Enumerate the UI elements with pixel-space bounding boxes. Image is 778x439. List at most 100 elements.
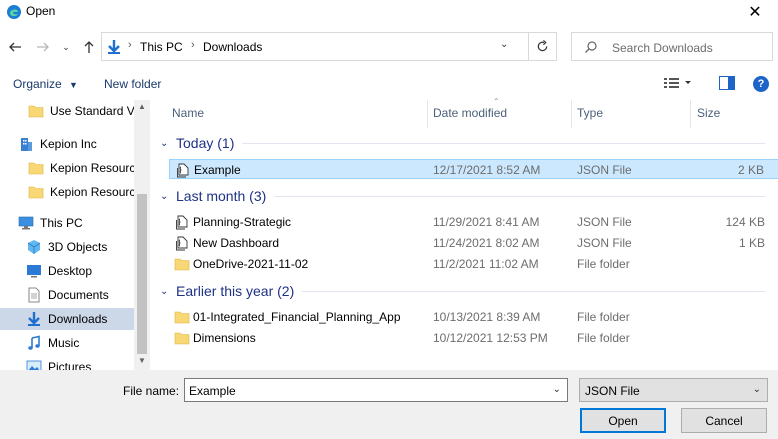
command-bar: Organize ▼ New folder ?	[0, 70, 778, 98]
forward-button[interactable]	[34, 38, 52, 56]
open-button[interactable]: Open	[580, 408, 666, 433]
file-name: Dimensions	[193, 331, 256, 345]
sidebar-item-label: Desktop	[48, 264, 93, 278]
cube-icon	[27, 240, 41, 254]
view-options-button[interactable]	[663, 76, 693, 93]
sidebar-item-3d-objects[interactable]: 3D Objects	[0, 236, 134, 258]
json-file-icon	[176, 236, 188, 251]
search-box[interactable]: Search Downloads	[571, 32, 773, 61]
download-icon	[28, 312, 40, 326]
back-button[interactable]	[6, 38, 24, 56]
folder-icon	[174, 258, 190, 271]
scroll-down-icon[interactable]: ▼	[138, 356, 146, 365]
file-row-new-dashboard[interactable]: New Dashboard 11/24/2021 8:02 AM JSON Fi…	[169, 233, 778, 253]
address-bar[interactable]: › This PC › Downloads ⌄	[101, 32, 529, 61]
file-size: 2 KB	[737, 163, 764, 177]
chevron-down-icon: ⌄	[160, 137, 169, 149]
breadcrumb-separator-icon: ›	[128, 39, 132, 51]
refresh-button[interactable]	[529, 32, 557, 61]
navigation-pane: Use Standard Variables Kepion Inc Kepion…	[0, 100, 150, 370]
up-button[interactable]	[80, 38, 98, 56]
group-label: Earlier this year (2)	[176, 283, 295, 299]
chevron-down-icon: ⌄	[160, 190, 169, 202]
file-date: 10/13/2021 8:39 AM	[433, 310, 541, 324]
column-divider[interactable]	[571, 100, 572, 128]
organize-button[interactable]: Organize ▼	[13, 77, 78, 91]
column-header-date-modified[interactable]: Date modified	[433, 106, 507, 120]
arrow-up-icon	[84, 41, 94, 53]
file-date: 12/17/2021 8:52 AM	[433, 163, 541, 177]
sidebar-item-downloads[interactable]: Downloads	[0, 308, 134, 330]
column-divider[interactable]	[427, 100, 428, 128]
address-dropdown-icon[interactable]: ⌄	[500, 39, 508, 50]
chevron-down-icon: ⌄	[752, 384, 761, 395]
sidebar-item-pictures[interactable]: Pictures	[0, 356, 134, 370]
group-header-today[interactable]: ⌄ Today (1)	[160, 135, 765, 151]
file-type-select[interactable]: JSON File ⌄	[579, 378, 768, 402]
help-button[interactable]: ?	[753, 76, 769, 92]
file-name: Planning-Strategic	[193, 215, 292, 229]
close-button[interactable]: ✕	[732, 0, 778, 24]
file-name-label: File name:	[123, 384, 180, 398]
caret-down-icon: ▼	[69, 80, 78, 90]
sidebar-scrollbar[interactable]: ▲ ▼	[134, 100, 150, 370]
group-label: Last month (3)	[176, 188, 267, 204]
scrollbar-thumb[interactable]	[137, 194, 147, 354]
window-title: Open	[26, 4, 56, 18]
file-row-example[interactable]: Example 12/17/2021 8:52 AM JSON File 2 K…	[169, 159, 778, 179]
sidebar-item-kepion-inc[interactable]: Kepion Inc	[0, 133, 134, 155]
file-type: File folder	[577, 310, 630, 324]
sidebar-item-music[interactable]: Music	[0, 332, 134, 354]
group-header-earlier-this-year[interactable]: ⌄ Earlier this year (2)	[160, 283, 765, 299]
breadcrumb-downloads[interactable]: Downloads	[203, 40, 262, 54]
sidebar-item-use-standard-variables[interactable]: Use Standard Variables	[0, 100, 134, 122]
breadcrumb-this-pc[interactable]: This PC	[140, 40, 183, 54]
chevron-down-icon: ⌄	[160, 285, 169, 297]
file-type: JSON File	[577, 163, 632, 177]
view-details-icon	[664, 78, 691, 88]
folder-icon	[28, 105, 44, 118]
file-row-onedrive-2021-11-02[interactable]: OneDrive-2021-11-02 11/2/2021 11:02 AM F…	[169, 254, 778, 274]
column-header-type[interactable]: Type	[577, 106, 603, 120]
desktop-icon	[27, 265, 41, 278]
sidebar-item-kepion-resources-2[interactable]: Kepion Resources	[0, 181, 134, 203]
file-size: 1 KB	[738, 236, 765, 250]
preview-pane-button[interactable]	[719, 76, 735, 93]
recent-locations-button[interactable]: ⌄	[60, 38, 72, 56]
group-divider	[274, 195, 765, 197]
sidebar-item-kepion-resources[interactable]: Kepion Resources	[0, 157, 134, 179]
file-type: File folder	[577, 257, 630, 271]
sidebar-item-label: 3D Objects	[48, 240, 108, 254]
new-folder-button[interactable]: New folder	[104, 77, 161, 91]
file-row-dimensions[interactable]: Dimensions 10/12/2021 12:53 PM File fold…	[169, 328, 778, 348]
sidebar-item-desktop[interactable]: Desktop	[0, 260, 134, 282]
scroll-up-icon[interactable]: ▲	[138, 102, 146, 111]
sidebar-item-label: Music	[48, 336, 80, 350]
building-icon	[21, 138, 32, 151]
cancel-button[interactable]: Cancel	[681, 408, 767, 433]
chevron-down-icon[interactable]: ⌄	[553, 384, 561, 395]
sidebar-item-label: Kepion Resources	[50, 161, 134, 175]
file-name-value: Example	[189, 384, 236, 398]
sidebar-item-this-pc[interactable]: This PC	[0, 212, 134, 234]
sort-indicator-icon: ⌃	[493, 97, 500, 106]
sidebar-item-documents[interactable]: Documents	[0, 284, 134, 306]
group-divider	[242, 142, 765, 144]
file-row-01-integrated-financial-planning-app[interactable]: 01-Integrated_Financial_Planning_App 10/…	[169, 307, 778, 327]
picture-icon	[26, 360, 42, 370]
folder-icon	[174, 311, 190, 324]
column-divider[interactable]	[690, 100, 691, 128]
file-row-planning-strategic[interactable]: Planning-Strategic 11/29/2021 8:41 AM JS…	[169, 212, 778, 232]
download-icon	[108, 40, 120, 54]
file-name-input[interactable]: Example ⌄	[184, 378, 568, 402]
group-header-last-month[interactable]: ⌄ Last month (3)	[160, 188, 765, 204]
search-icon	[585, 41, 597, 53]
column-header-size[interactable]: Size	[697, 106, 720, 120]
group-divider	[302, 290, 765, 292]
sidebar-item-label: Pictures	[48, 360, 92, 370]
file-date: 10/12/2021 12:53 PM	[433, 331, 548, 345]
column-header-name[interactable]: Name	[172, 106, 204, 120]
dialog-footer: File name: Example ⌄ JSON File ⌄ Open Ca…	[0, 370, 778, 439]
navigation-bar: ⌄ › This PC › Downloads ⌄ Search Downloa…	[0, 30, 778, 64]
organize-label: Organize	[13, 77, 62, 91]
